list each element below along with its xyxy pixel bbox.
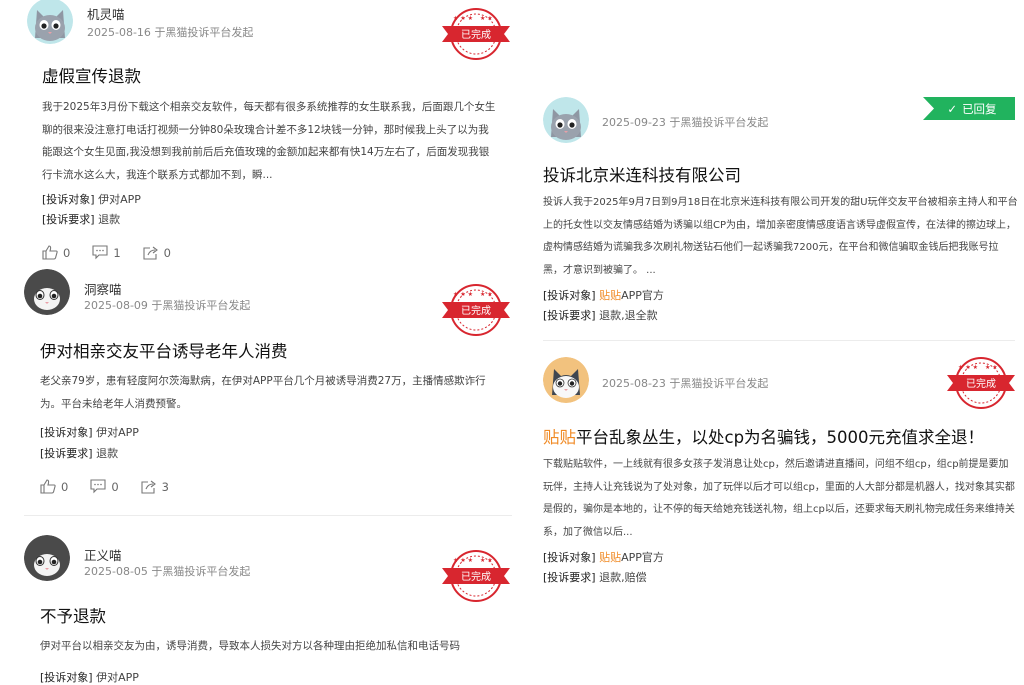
status-label: 已回复 xyxy=(962,101,997,116)
complaint-target: [投诉对象] 贴贴APP官方 xyxy=(543,549,664,565)
demand-value: 退款 xyxy=(96,447,119,460)
svg-text:已完成: 已完成 xyxy=(461,28,491,41)
username[interactable]: 洞察喵 xyxy=(84,279,122,298)
target-value[interactable]: 伊对APP xyxy=(98,193,141,206)
comment-icon xyxy=(92,245,108,260)
target-value[interactable]: 贴贴APP官方 xyxy=(599,551,664,564)
complaint-demand: [投诉要求] 退款 xyxy=(40,445,118,461)
post-meta: 2025-08-05 于黑猫投诉平台发起 xyxy=(84,565,251,578)
post-meta: 2025-08-16 于黑猫投诉平台发起 xyxy=(87,26,254,39)
share-count: 3 xyxy=(161,479,169,494)
share-button[interactable]: 0 xyxy=(143,245,171,260)
stats-bar: 0 0 3 xyxy=(40,479,169,494)
stamp-completed-icon: 已完成 xyxy=(440,6,512,62)
complaint-title[interactable]: 投诉北京米连科技有限公司 xyxy=(543,162,741,186)
complaint-demand: [投诉要求] 退款 xyxy=(42,211,120,227)
target-label: [投诉对象] xyxy=(543,289,596,302)
avatar[interactable] xyxy=(24,269,70,315)
like-count: 0 xyxy=(63,245,71,260)
comment-button[interactable]: 0 xyxy=(90,479,119,494)
avatar[interactable] xyxy=(543,357,589,403)
complaint-demand: [投诉要求] 退款,退全款 xyxy=(543,307,658,323)
comment-count: 1 xyxy=(113,245,121,260)
complaint-body[interactable]: 老父亲79岁，患有轻度阿尔茨海默病，在伊对APP平台几个月被诱导消费27万，主播… xyxy=(40,370,500,415)
post-meta: 2025-08-09 于黑猫投诉平台发起 xyxy=(84,299,251,312)
complaint-title[interactable]: 贴贴平台乱象丛生，以处cp为名骗钱，5000元充值求全退！ xyxy=(543,424,984,448)
complaint-target: [投诉对象] 伊对APP xyxy=(42,191,141,207)
divider xyxy=(24,515,512,516)
thumb-up-icon xyxy=(40,479,56,494)
demand-label: [投诉要求] xyxy=(40,447,93,460)
demand-label: [投诉要求] xyxy=(42,213,95,226)
post-meta: 2025-09-23 于黑猫投诉平台发起 xyxy=(602,116,769,129)
comment-icon xyxy=(90,479,106,494)
target-label: [投诉对象] xyxy=(42,193,95,206)
share-count: 0 xyxy=(163,245,171,260)
check-icon: ✓ xyxy=(947,101,958,116)
complaint-body[interactable]: 伊对平台以相亲交友为由，诱导消费，导致本人损失对方以各种理由拒绝加私信和电话号码 xyxy=(40,635,510,658)
svg-text:已完成: 已完成 xyxy=(461,570,491,583)
stamp-completed-icon: 已完成 xyxy=(440,548,512,604)
like-count: 0 xyxy=(61,479,69,494)
demand-value: 退款,赔偿 xyxy=(599,571,647,584)
share-icon xyxy=(143,245,159,260)
complaint-target: [投诉对象] 贴贴APP官方 xyxy=(543,287,664,303)
status-badge-replied: ✓ 已回复 xyxy=(923,97,1015,120)
like-button[interactable]: 0 xyxy=(40,479,68,494)
demand-label: [投诉要求] xyxy=(543,571,596,584)
demand-label: [投诉要求] xyxy=(543,309,596,322)
share-icon xyxy=(141,479,157,494)
demand-value: 退款 xyxy=(98,213,121,226)
avatar[interactable] xyxy=(24,535,70,581)
comment-count: 0 xyxy=(111,479,119,494)
stamp-completed-icon: 已完成 xyxy=(440,282,512,338)
target-value[interactable]: 伊对APP xyxy=(96,671,139,684)
complaint-body[interactable]: 我于2025年3月份下载这个相亲交友软件，每天都有很多系统推荐的女生联系我，后面… xyxy=(42,96,498,184)
complaint-body[interactable]: 投诉人我于2025年9月7日到9月18日在北京米连科技有限公司开发的甜U玩伴交友… xyxy=(543,192,1018,282)
complaint-target: [投诉对象] 伊对APP xyxy=(40,424,139,440)
stats-bar: 0 1 0 xyxy=(42,245,171,260)
divider xyxy=(543,340,1015,341)
post-meta: 2025-08-23 于黑猫投诉平台发起 xyxy=(602,377,769,390)
thumb-up-icon xyxy=(42,245,58,260)
demand-value: 退款,退全款 xyxy=(599,309,658,322)
complaint-title[interactable]: 伊对相亲交友平台诱导老年人消费 xyxy=(40,338,288,362)
svg-text:已完成: 已完成 xyxy=(461,304,491,317)
svg-text:已完成: 已完成 xyxy=(966,377,996,390)
like-button[interactable]: 0 xyxy=(42,245,70,260)
target-label: [投诉对象] xyxy=(543,551,596,564)
complaint-demand: [投诉要求] 退款,赔偿 xyxy=(543,569,647,585)
complaint-body[interactable]: 下载贴贴软件，一上线就有很多女孩子发消息让处cp，然后邀请进直播间，问组不组cp… xyxy=(543,454,1018,544)
share-button[interactable]: 3 xyxy=(141,479,169,494)
comment-button[interactable]: 1 xyxy=(92,245,121,260)
username[interactable]: 机灵喵 xyxy=(87,4,125,23)
complaint-title[interactable]: 不予退款 xyxy=(40,603,106,627)
target-label: [投诉对象] xyxy=(40,426,93,439)
username[interactable]: 正义喵 xyxy=(84,545,122,564)
stamp-completed-icon: 已完成 xyxy=(945,355,1017,411)
target-label: [投诉对象] xyxy=(40,671,93,684)
avatar[interactable] xyxy=(27,0,73,44)
target-value[interactable]: 伊对APP xyxy=(96,426,139,439)
target-value[interactable]: 贴贴APP官方 xyxy=(599,289,664,302)
avatar[interactable] xyxy=(543,97,589,143)
complaint-title[interactable]: 虚假宣传退款 xyxy=(42,63,141,87)
